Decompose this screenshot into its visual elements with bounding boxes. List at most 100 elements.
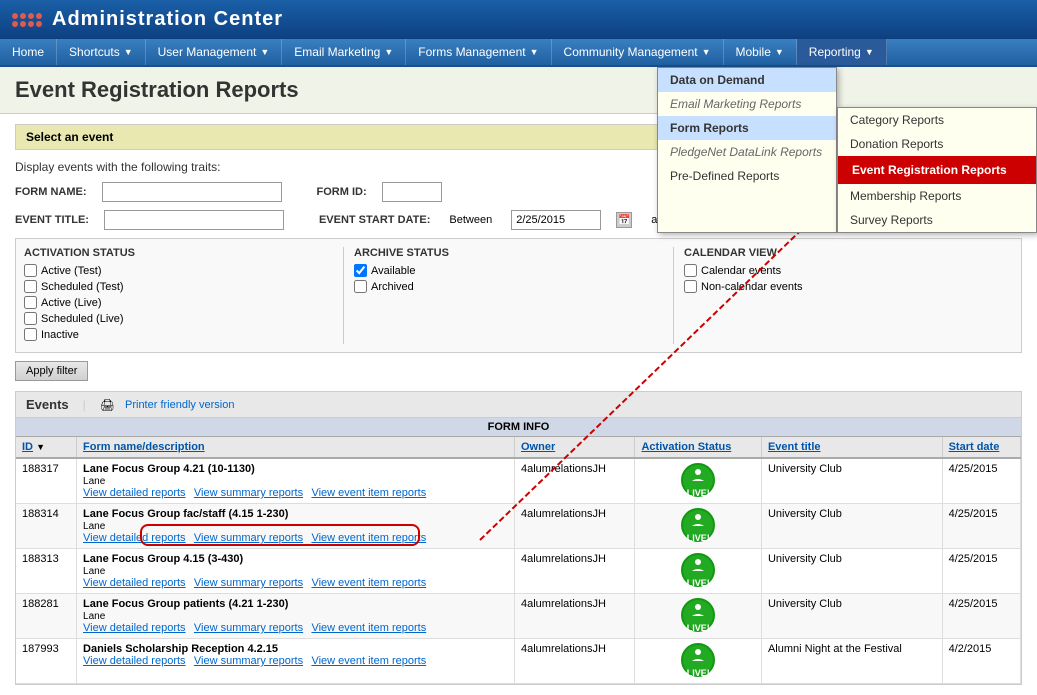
checkboxes-section: ACTIVATION STATUS Active (Test) Schedule… <box>15 238 1022 353</box>
row-id-2: 188313 <box>16 549 77 594</box>
user-mgmt-arrow: ▼ <box>260 47 269 57</box>
dropdown-form-reports[interactable]: Form Reports <box>658 116 836 140</box>
activation-status-title: ACTIVATION STATUS <box>24 247 333 259</box>
active-live-label: Active (Live) <box>41 297 102 309</box>
col-owner: Owner <box>515 437 635 458</box>
row-start-date-0: 4/25/2015 <box>942 458 1020 504</box>
row-form-1: Lane Focus Group fac/staff (4.15 1-230)L… <box>77 504 515 549</box>
calendar-events-item: Calendar events <box>684 264 993 277</box>
form-id-input[interactable] <box>382 182 442 202</box>
dropdown-event-registration-reports[interactable]: Event Registration Reports <box>838 156 1036 184</box>
scheduled-live-item: Scheduled (Live) <box>24 312 333 325</box>
printer-friendly-link[interactable]: Printer friendly version <box>125 399 234 411</box>
live-badge: LIVE! <box>681 643 715 677</box>
person-icon <box>691 603 705 617</box>
row-id-4: 187993 <box>16 639 77 684</box>
row-form-0: Lane Focus Group 4.21 (10-1130)Lane View… <box>77 458 515 504</box>
col-owner-link[interactable]: Owner <box>521 441 555 453</box>
non-calendar-events-checkbox[interactable] <box>684 280 697 293</box>
between-label: Between <box>449 214 492 226</box>
scheduled-test-checkbox[interactable] <box>24 280 37 293</box>
inactive-checkbox[interactable] <box>24 328 37 341</box>
col-id-link[interactable]: ID <box>22 441 33 453</box>
nav-mobile[interactable]: Mobile ▼ <box>724 39 797 65</box>
table-row: 188281Lane Focus Group patients (4.21 1-… <box>16 594 1021 639</box>
live-badge: LIVE! <box>681 553 715 587</box>
active-live-checkbox[interactable] <box>24 296 37 309</box>
row-start-date-1: 4/25/2015 <box>942 504 1020 549</box>
apply-filter-button[interactable]: Apply filter <box>15 361 88 381</box>
email-arrow: ▼ <box>384 47 393 57</box>
row-start-date-3: 4/25/2015 <box>942 594 1020 639</box>
row-owner-2: 4alumrelationsJH <box>515 549 635 594</box>
archived-checkbox[interactable] <box>354 280 367 293</box>
dropdown-data-on-demand[interactable]: Data on Demand <box>658 68 836 92</box>
view-detailed-link[interactable]: View detailed reports <box>83 655 186 667</box>
form-name-input[interactable] <box>102 182 282 202</box>
active-test-checkbox[interactable] <box>24 264 37 277</box>
dropdown-category-reports[interactable]: Category Reports <box>838 108 1036 132</box>
view-event-item-link[interactable]: View event item reports <box>311 577 426 589</box>
view-summary-link[interactable]: View summary reports <box>194 532 303 544</box>
col-form-name-link[interactable]: Form name/description <box>83 441 205 453</box>
table-row: 188317Lane Focus Group 4.21 (10-1130)Lan… <box>16 458 1021 504</box>
nav-home[interactable]: Home <box>0 39 57 65</box>
view-detailed-link[interactable]: View detailed reports <box>83 577 186 589</box>
dropdown-donation-reports[interactable]: Donation Reports <box>838 132 1036 156</box>
row-event-title-0: University Club <box>761 458 942 504</box>
event-title-label: EVENT TITLE: <box>15 214 89 226</box>
view-summary-link[interactable]: View summary reports <box>194 655 303 667</box>
row-event-title-3: University Club <box>761 594 942 639</box>
view-detailed-link[interactable]: View detailed reports <box>83 532 186 544</box>
event-title-input[interactable] <box>104 210 284 230</box>
inactive-label: Inactive <box>41 329 79 341</box>
view-summary-link[interactable]: View summary reports <box>194 487 303 499</box>
row-activation-0: LIVE! <box>635 458 761 504</box>
sort-icon-id[interactable]: ▼ <box>36 442 45 452</box>
form-name-label: FORM NAME: <box>15 186 87 198</box>
col-event-title-link[interactable]: Event title <box>768 441 821 453</box>
dropdown-membership-reports[interactable]: Membership Reports <box>838 184 1036 208</box>
row-id-3: 188281 <box>16 594 77 639</box>
view-summary-link[interactable]: View summary reports <box>194 577 303 589</box>
view-event-item-link[interactable]: View event item reports <box>311 487 426 499</box>
dropdown-pledgenet-reports[interactable]: PledgeNet DataLink Reports <box>658 140 836 164</box>
row-owner-3: 4alumrelationsJH <box>515 594 635 639</box>
view-summary-link[interactable]: View summary reports <box>194 622 303 634</box>
nav-community-management[interactable]: Community Management ▼ <box>552 39 724 65</box>
dropdown-survey-reports[interactable]: Survey Reports <box>838 208 1036 232</box>
start-date-calendar-icon[interactable]: 📅 <box>616 212 632 228</box>
dropdown-email-marketing-reports[interactable]: Email Marketing Reports <box>658 92 836 116</box>
table-header-row: ID ▼ Form name/description Owner Activat… <box>16 437 1021 458</box>
scheduled-live-checkbox[interactable] <box>24 312 37 325</box>
table-row: 187993Daniels Scholarship Reception 4.2.… <box>16 639 1021 684</box>
nav-shortcuts[interactable]: Shortcuts ▼ <box>57 39 146 65</box>
nav-forms-management[interactable]: Forms Management ▼ <box>406 39 551 65</box>
row-event-title-4: Alumni Night at the Festival <box>761 639 942 684</box>
header-bar: Administration Center <box>0 0 1037 39</box>
col-form-name: Form name/description <box>77 437 515 458</box>
view-event-item-link[interactable]: View event item reports <box>311 622 426 634</box>
view-event-item-link[interactable]: View event item reports <box>311 532 426 544</box>
calendar-events-label: Calendar events <box>701 265 781 277</box>
row-activation-1: LIVE! <box>635 504 761 549</box>
nav-email-marketing[interactable]: Email Marketing ▼ <box>282 39 406 65</box>
col-activation-link[interactable]: Activation Status <box>641 441 731 453</box>
nav-reporting[interactable]: Reporting ▼ <box>797 39 887 65</box>
calendar-view-title: CALENDAR VIEW <box>684 247 993 259</box>
calendar-events-checkbox[interactable] <box>684 264 697 277</box>
col-start-date-link[interactable]: Start date <box>949 441 1000 453</box>
available-checkbox[interactable] <box>354 264 367 277</box>
view-event-item-link[interactable]: View event item reports <box>311 655 426 667</box>
archive-status-title: ARCHIVE STATUS <box>354 247 663 259</box>
dropdown-predefined-reports[interactable]: Pre-Defined Reports <box>658 164 836 188</box>
nav-bar: Home Shortcuts ▼ User Management ▼ Email… <box>0 39 1037 67</box>
logo-dots <box>12 13 42 27</box>
printer-icon: 🖨 <box>100 398 115 412</box>
view-detailed-link[interactable]: View detailed reports <box>83 622 186 634</box>
start-date-input[interactable] <box>511 210 601 230</box>
scheduled-test-label: Scheduled (Test) <box>41 281 124 293</box>
view-detailed-link[interactable]: View detailed reports <box>83 487 186 499</box>
nav-user-management[interactable]: User Management ▼ <box>146 39 283 65</box>
event-start-date-label: EVENT START DATE: <box>319 214 430 226</box>
